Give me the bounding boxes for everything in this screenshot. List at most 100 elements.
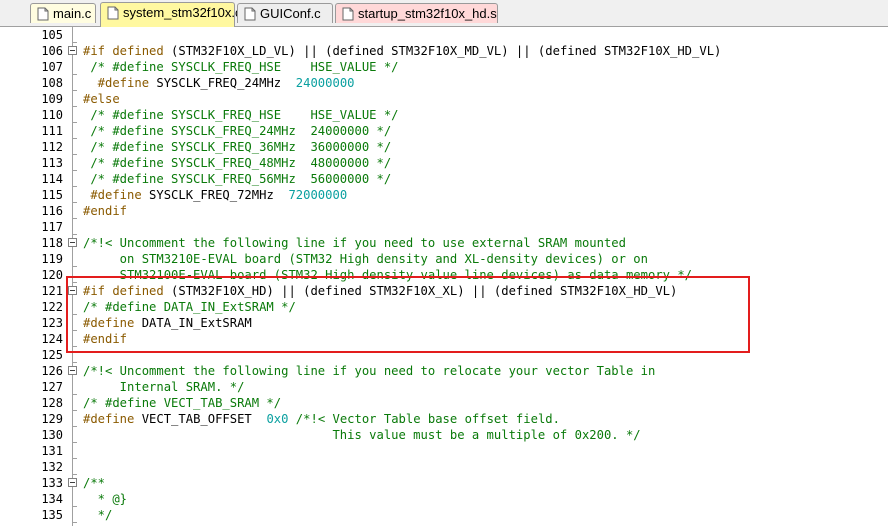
code-text: /*!< Uncomment the following line if you…: [83, 235, 626, 251]
line-number: 108: [41, 76, 63, 90]
code-token: This value must be a multiple of 0x200. …: [83, 428, 641, 442]
code-token: /* #define SYSCLK_FREQ_HSE HSE_VALUE */: [83, 108, 399, 122]
code-line[interactable]: 128 /* #define VECT_TAB_SRAM */: [0, 395, 888, 411]
code-line[interactable]: 110 /* #define SYSCLK_FREQ_HSE HSE_VALUE…: [0, 107, 888, 123]
fold-toggle-icon[interactable]: [68, 478, 77, 487]
code-line[interactable]: 130 This value must be a multiple of 0x2…: [0, 427, 888, 443]
code-token: /**: [83, 476, 106, 490]
code-line[interactable]: 119 on STM3210E-EVAL board (STM32 High d…: [0, 251, 888, 267]
fold-toggle-icon[interactable]: [68, 46, 77, 55]
line-number: 114: [41, 172, 63, 186]
code-text: /* #define SYSCLK_FREQ_HSE HSE_VALUE */: [83, 59, 398, 75]
code-token: on STM3210E-EVAL board (STM32 High densi…: [83, 252, 648, 266]
tab-guiconf-c[interactable]: GUIConf.c: [237, 3, 333, 23]
line-number: 109: [41, 92, 63, 106]
fold-toggle-icon[interactable]: [68, 238, 77, 247]
line-number: 124: [41, 332, 63, 346]
code-token: /* #define SYSCLK_FREQ_24MHz 24000000 */: [83, 124, 392, 138]
code-token: /*!< Uncomment the following line if you…: [83, 364, 656, 378]
code-line[interactable]: 131: [0, 443, 888, 459]
code-token: Internal SRAM. */: [83, 380, 245, 394]
line-number: 111: [41, 124, 63, 138]
line-number: 118: [41, 236, 63, 250]
code-line[interactable]: 114 /* #define SYSCLK_FREQ_56MHz 5600000…: [0, 171, 888, 187]
tab-label: system_stm32f10x.c: [123, 5, 242, 20]
code-line[interactable]: 106 #if defined (STM32F10X_LD_VL) || (def…: [0, 43, 888, 59]
code-text: * @}: [83, 491, 127, 507]
code-line[interactable]: 133 /**: [0, 475, 888, 491]
code-token: 72000000: [288, 188, 348, 202]
code-text: #if defined (STM32F10X_LD_VL) || (define…: [83, 43, 721, 59]
code-text: This value must be a multiple of 0x200. …: [83, 427, 641, 443]
code-token: #else: [83, 92, 120, 106]
line-number: 134: [41, 492, 63, 506]
line-number: 127: [41, 380, 63, 394]
code-line[interactable]: 109 #else: [0, 91, 888, 107]
code-token: /* #define SYSCLK_FREQ_48MHz 48000000 */: [83, 156, 392, 170]
code-line[interactable]: 116 #endif: [0, 203, 888, 219]
line-number: 126: [41, 364, 63, 378]
code-text: /* #define SYSCLK_FREQ_36MHz 36000000 */: [83, 139, 391, 155]
code-token: /*!< Vector Table base offset field.: [288, 412, 560, 426]
code-token: * @}: [83, 492, 128, 506]
line-number: 130: [41, 428, 63, 442]
line-number: 119: [41, 252, 63, 266]
line-number: 105: [41, 28, 63, 42]
code-line[interactable]: 105: [0, 27, 888, 43]
code-token: /* #define SYSCLK_FREQ_36MHz 36000000 */: [83, 140, 392, 154]
file-icon: [37, 7, 49, 21]
code-token: (STM32F10X_LD_VL) || (defined STM32F10X_…: [163, 44, 722, 58]
line-number: 129: [41, 412, 63, 426]
code-token: */: [83, 508, 113, 522]
code-token: #endif: [83, 204, 128, 218]
tab-startup-stm32f10x-hd-s[interactable]: startup_stm32f10x_hd.s: [335, 3, 498, 23]
code-token: #define: [83, 188, 142, 202]
code-text: Internal SRAM. */: [83, 379, 245, 395]
code-text: #define SYSCLK_FREQ_24MHz 24000000: [83, 75, 355, 91]
code-token: /* #define SYSCLK_FREQ_56MHz 56000000 */: [83, 172, 392, 186]
line-number: 107: [41, 60, 63, 74]
code-text: */: [83, 507, 113, 523]
code-line[interactable]: 107 /* #define SYSCLK_FREQ_HSE HSE_VALUE…: [0, 59, 888, 75]
line-number: 117: [41, 220, 63, 234]
tab-label: GUIConf.c: [260, 6, 321, 21]
fold-toggle-icon[interactable]: [68, 366, 77, 375]
code-token: #define: [83, 412, 135, 426]
code-text: /*!< Uncomment the following line if you…: [83, 363, 655, 379]
code-line[interactable]: 111 /* #define SYSCLK_FREQ_24MHz 2400000…: [0, 123, 888, 139]
line-number: 123: [41, 316, 63, 330]
code-line[interactable]: 135 */: [0, 507, 888, 523]
code-line[interactable]: 126 /*!< Uncomment the following line if …: [0, 363, 888, 379]
line-number: 115: [41, 188, 63, 202]
fold-tick: [72, 522, 77, 523]
tab-label: main.c: [53, 6, 92, 21]
line-number: 125: [41, 348, 63, 362]
code-token: #define: [83, 76, 150, 90]
code-text: /* #define SYSCLK_FREQ_HSE HSE_VALUE */: [83, 107, 399, 123]
file-icon: [244, 7, 256, 21]
code-line[interactable]: 132: [0, 459, 888, 475]
code-token: #if defined: [83, 44, 164, 58]
code-token: /* #define VECT_TAB_SRAM */: [83, 396, 282, 410]
code-line[interactable]: 113 /* #define SYSCLK_FREQ_48MHz 4800000…: [0, 155, 888, 171]
code-line[interactable]: 112 /* #define SYSCLK_FREQ_36MHz 3600000…: [0, 139, 888, 155]
code-line[interactable]: 129 #define VECT_TAB_OFFSET 0x0 /*!< Vect…: [0, 411, 888, 427]
code-line[interactable]: 108 #define SYSCLK_FREQ_24MHz 24000000: [0, 75, 888, 91]
code-line[interactable]: 115 #define SYSCLK_FREQ_72MHz 72000000: [0, 187, 888, 203]
tab-label: startup_stm32f10x_hd.s: [358, 6, 497, 21]
line-number: 131: [41, 444, 63, 458]
code-token: 24000000: [295, 76, 355, 90]
line-number: 116: [41, 204, 63, 218]
code-token: VECT_TAB_OFFSET: [134, 412, 267, 426]
tab-main-c[interactable]: main.c: [30, 3, 96, 23]
line-number: 110: [41, 108, 63, 122]
code-line[interactable]: 118 /*!< Uncomment the following line if …: [0, 235, 888, 251]
code-line[interactable]: 127 Internal SRAM. */: [0, 379, 888, 395]
tab-system-stm32f10x-c[interactable]: system_stm32f10x.c: [100, 2, 242, 27]
line-number: 120: [41, 268, 63, 282]
code-line[interactable]: 117: [0, 219, 888, 235]
code-line[interactable]: 134 * @}: [0, 491, 888, 507]
line-number: 112: [41, 140, 63, 154]
line-number: 135: [41, 508, 63, 522]
line-number: 133: [41, 476, 63, 490]
